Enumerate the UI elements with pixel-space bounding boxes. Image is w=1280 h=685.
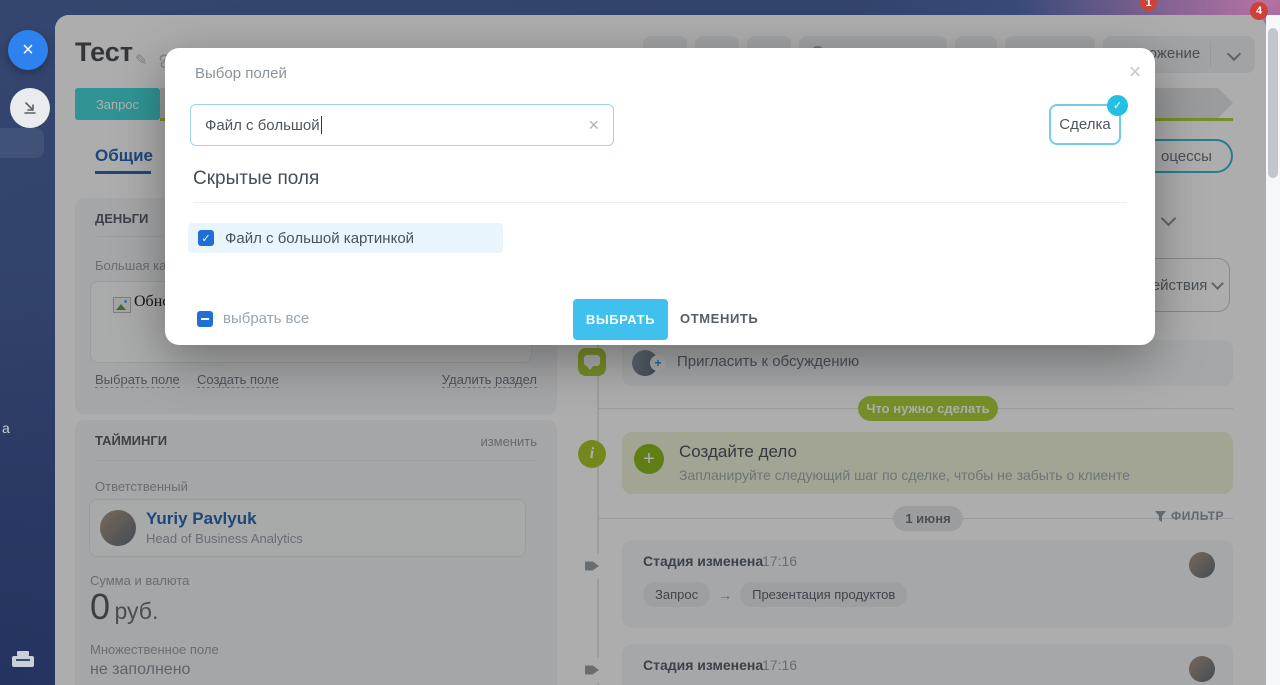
divider (193, 202, 1127, 203)
collapse-slider-button[interactable] (10, 88, 50, 128)
modal-title: Выбор полей (195, 65, 287, 82)
clear-search-icon[interactable]: × (588, 115, 599, 136)
select-button[interactable]: ВЫБРАТЬ (573, 299, 668, 340)
close-icon[interactable]: × (1123, 59, 1147, 84)
expand-corner-icon (24, 102, 36, 114)
close-slider-button[interactable]: × (8, 30, 48, 70)
field-search-input[interactable]: Файл с большой × (190, 104, 614, 146)
field-checkbox-label: Файл с большой картинкой (225, 229, 415, 247)
checkbox-indeterminate-icon[interactable] (197, 310, 213, 327)
background-text-fragment: a (2, 420, 10, 436)
checkbox-checked-icon[interactable]: ✓ (198, 230, 214, 246)
field-picker-modal: Выбор полей × Файл с большой × Сделка ✓ … (165, 48, 1155, 345)
cancel-button[interactable]: ОТМЕНИТЬ (680, 311, 758, 326)
scrollbar-track[interactable] (1266, 15, 1280, 685)
notification-badge: 4 (1250, 2, 1268, 20)
entity-check-badge: ✓ (1107, 95, 1128, 116)
background-menu-item (0, 128, 44, 158)
field-checkbox-row[interactable]: ✓ Файл с большой картинкой (188, 223, 503, 253)
select-all-row[interactable]: выбрать все (197, 310, 309, 327)
select-all-label: выбрать все (223, 310, 310, 327)
field-search-value: Файл с большой (205, 116, 320, 134)
scrollbar-thumb[interactable] (1268, 28, 1278, 178)
printer-icon[interactable] (12, 651, 34, 667)
hidden-fields-heading: Скрытые поля (193, 168, 320, 189)
text-caret (320, 116, 322, 134)
